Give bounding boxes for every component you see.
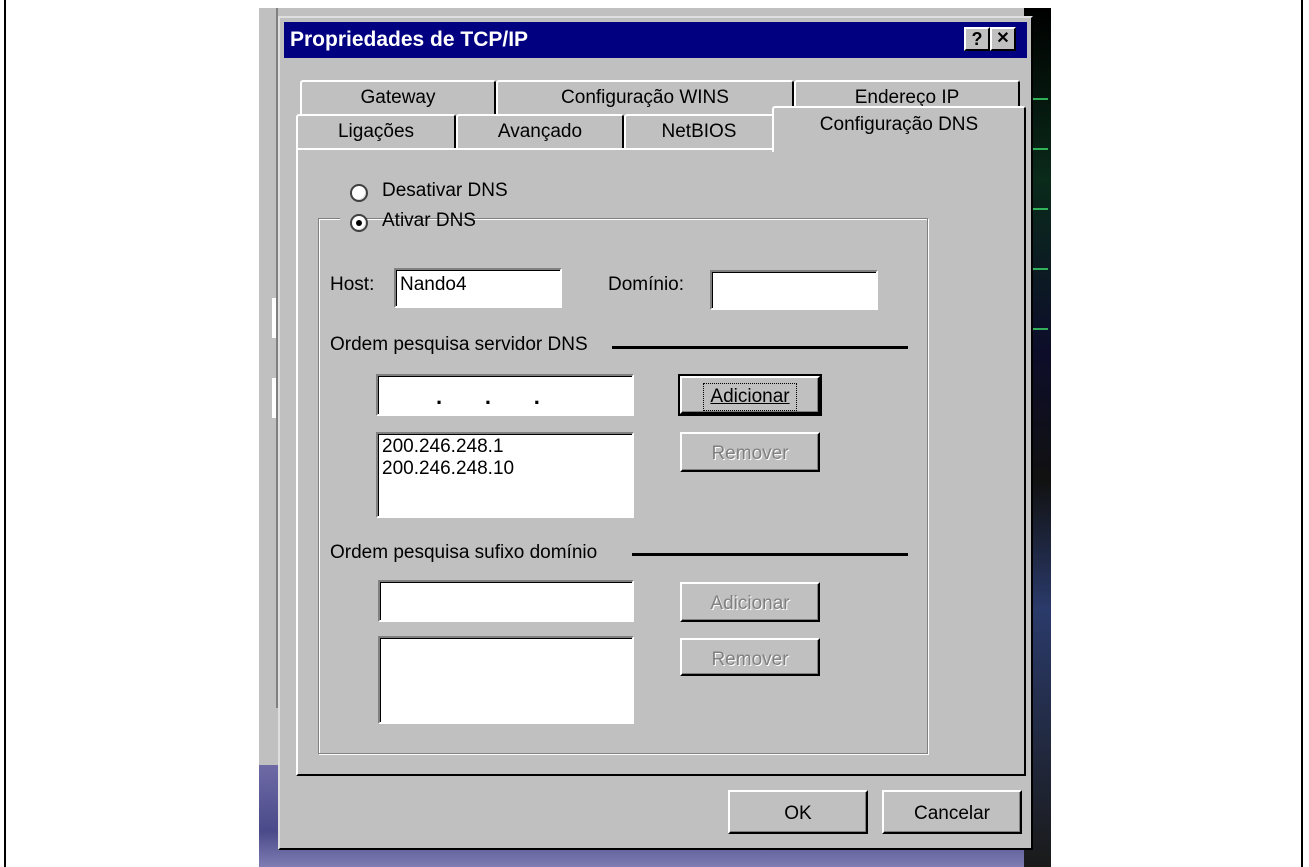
dns-config-panel: Desativar DNS Ativar DNS Host: Nando4 Do… <box>296 148 1026 776</box>
tab-gateway[interactable]: Gateway <box>300 80 496 116</box>
remove-dns-server-label: Remover <box>711 443 789 464</box>
tab-configuracao-wins-label: Configuração WINS <box>561 87 729 108</box>
dns-server-list-items: 200.246.248.1 200.246.248.10 <box>380 436 514 480</box>
tab-configuracao-wins[interactable]: Configuração WINS <box>496 80 794 116</box>
server-order-label: Ordem pesquisa servidor DNS <box>330 334 588 355</box>
add-suffix-button[interactable]: Adicionar <box>680 582 820 622</box>
list-item[interactable]: 200.246.248.10 <box>380 458 514 480</box>
tab-netbios-label: NetBIOS <box>661 121 737 142</box>
enable-dns-label: Ativar DNS <box>382 210 476 231</box>
radio-selected-dot <box>356 220 362 226</box>
suffix-order-label: Ordem pesquisa sufixo domínio <box>330 542 598 563</box>
server-order-separator <box>612 346 908 349</box>
enable-dns-radio[interactable] <box>350 214 368 232</box>
remove-suffix-button[interactable]: Remover <box>680 638 820 676</box>
remove-dns-server-button[interactable]: Remover <box>680 432 820 472</box>
help-button[interactable]: ? <box>964 27 990 51</box>
background-window-tick <box>272 378 276 418</box>
list-item[interactable]: 200.246.248.1 <box>380 436 514 458</box>
ip-dots: . . . <box>436 384 540 409</box>
suffix-input[interactable] <box>378 580 634 622</box>
ok-button-label: OK <box>784 803 812 824</box>
tab-avancado-label: Avançado <box>497 121 583 142</box>
add-dns-server-label: Adicionar <box>703 383 797 411</box>
domain-label: Domínio: <box>608 274 685 295</box>
tcpip-properties-dialog: Propriedades de TCP/IP ? ✕ Gateway Confi… <box>278 16 1033 850</box>
tab-netbios[interactable]: NetBIOS <box>624 114 774 150</box>
tab-configuracao-dns-label: Configuração DNS <box>819 114 979 135</box>
dns-server-list[interactable]: 200.246.248.1 200.246.248.10 <box>376 432 634 518</box>
add-dns-server-button[interactable]: Adicionar <box>678 374 822 416</box>
host-label: Host: <box>330 274 375 295</box>
ok-button[interactable]: OK <box>728 790 868 834</box>
dns-server-ip-input[interactable]: . . . <box>376 374 634 416</box>
disable-dns-label: Desativar DNS <box>382 180 508 201</box>
suffix-list[interactable] <box>378 636 634 724</box>
tab-endereco-ip-label: Endereço IP <box>854 87 960 108</box>
domain-input[interactable] <box>710 270 878 310</box>
cancel-button[interactable]: Cancelar <box>882 790 1022 834</box>
tab-ligacoes-label: Ligações <box>337 121 415 142</box>
left-frame-line <box>4 0 6 867</box>
add-suffix-label: Adicionar <box>710 593 790 614</box>
tab-ligacoes[interactable]: Ligações <box>296 114 456 150</box>
tab-configuracao-dns[interactable]: Configuração DNS <box>772 106 1026 152</box>
background-window-tick <box>272 298 276 338</box>
tab-avancado[interactable]: Avançado <box>456 114 624 150</box>
title-bar[interactable]: Propriedades de TCP/IP ? ✕ <box>284 22 1027 58</box>
suffix-order-separator <box>632 553 908 556</box>
remove-suffix-label: Remover <box>711 649 789 670</box>
host-input-value: Nando4 <box>400 274 467 295</box>
window-title: Propriedades de TCP/IP <box>290 28 529 51</box>
cancel-button-label: Cancelar <box>913 803 991 824</box>
close-button[interactable]: ✕ <box>990 27 1016 51</box>
disable-dns-radio[interactable] <box>350 184 368 202</box>
host-input[interactable]: Nando4 <box>394 268 562 308</box>
tab-gateway-label: Gateway <box>360 87 436 108</box>
right-frame-line <box>1301 0 1303 867</box>
